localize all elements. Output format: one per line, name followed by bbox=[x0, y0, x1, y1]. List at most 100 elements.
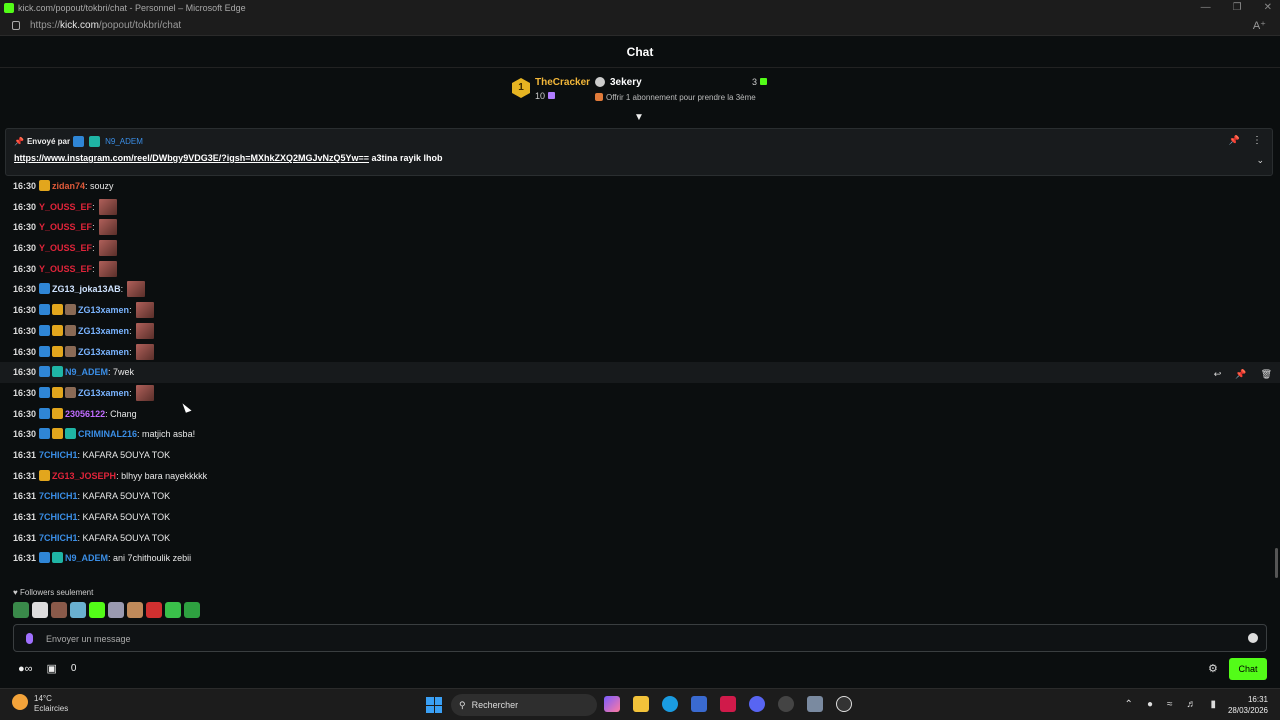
message-username[interactable]: 7CHICH1 bbox=[39, 450, 78, 460]
emote-quick-bar[interactable] bbox=[13, 602, 200, 618]
app-icon[interactable] bbox=[778, 696, 794, 712]
system-tray[interactable]: ⌃ ● ≈ ♬ ▮ bbox=[1125, 699, 1216, 710]
close-icon[interactable]: ✕ bbox=[1264, 0, 1272, 16]
message-username[interactable]: Y_OUSS_EF bbox=[39, 222, 92, 232]
taskbar-clock[interactable]: 16:31 28/03/2026 bbox=[1228, 694, 1268, 716]
message-username[interactable]: Y_OUSS_EF bbox=[39, 243, 92, 253]
file-explorer-icon[interactable] bbox=[633, 696, 649, 712]
start-icon[interactable] bbox=[426, 697, 442, 713]
chat-message[interactable]: 16:30 ZG13xamen: bbox=[0, 342, 1280, 363]
message-username[interactable]: ZG13xamen bbox=[78, 388, 129, 398]
message-username[interactable]: ZG13_JOSEPH bbox=[52, 471, 116, 481]
reply-icon[interactable]: ↩ bbox=[1214, 364, 1222, 385]
chat-message[interactable]: 16:30 ZG13xamen: bbox=[0, 383, 1280, 404]
chat-message[interactable]: 16:30 Y_OUSS_EF: bbox=[0, 217, 1280, 238]
chat-message[interactable]: 16:30 ZG13xamen: bbox=[0, 300, 1280, 321]
leaderboard-first-name[interactable]: TheCracker bbox=[535, 77, 590, 88]
weather-widget[interactable]: 14°C Eclaircies bbox=[12, 694, 68, 714]
more-options-icon[interactable]: ⋮ bbox=[1252, 135, 1262, 146]
message-username[interactable]: Y_OUSS_EF bbox=[39, 264, 92, 274]
address-bar[interactable]: https://kick.com/popout/tokbri/chat A⁺ bbox=[0, 16, 1280, 36]
emote-icon[interactable] bbox=[13, 602, 29, 618]
message-username[interactable]: N9_ADEM bbox=[65, 553, 108, 563]
emote-icon[interactable] bbox=[70, 602, 86, 618]
acrobat-icon[interactable] bbox=[720, 696, 736, 712]
emote-icon[interactable] bbox=[89, 602, 105, 618]
send-chat-button[interactable]: Chat bbox=[1229, 658, 1267, 680]
message-username[interactable]: ZG13_joka13AB bbox=[52, 284, 121, 294]
emote-icon[interactable] bbox=[184, 602, 200, 618]
lock-icon[interactable] bbox=[12, 21, 20, 30]
chat-input-box[interactable] bbox=[13, 624, 1267, 652]
emoji-icon[interactable] bbox=[1248, 633, 1258, 643]
gift-icon[interactable]: ▣ bbox=[47, 662, 57, 675]
message-text: : bbox=[129, 387, 132, 398]
message-username[interactable]: Y_OUSS_EF bbox=[39, 202, 92, 212]
chat-message[interactable]: 16:30 Y_OUSS_EF: bbox=[0, 259, 1280, 280]
message-username[interactable]: ZG13xamen bbox=[78, 326, 129, 336]
gift-icon bbox=[760, 78, 768, 85]
message-username[interactable]: 23056122 bbox=[65, 409, 105, 419]
chat-message[interactable]: 16:30 CRIMINAL216: matjich asba! bbox=[0, 424, 1280, 445]
emote-icon[interactable] bbox=[32, 602, 48, 618]
media-player-icon[interactable] bbox=[836, 696, 852, 712]
url-text[interactable]: https://kick.com/popout/tokbri/chat bbox=[30, 20, 181, 31]
chat-message[interactable]: 16:31 N9_ADEM: ani 7chithoulik zebii bbox=[0, 548, 1280, 569]
chat-message[interactable]: 16:30 zidan74: souzy bbox=[0, 176, 1280, 197]
windows-taskbar: 14°C Eclaircies ⚲ Rechercher ⌃ ● ≈ ♬ ▮ 16:… bbox=[0, 688, 1280, 720]
message-username[interactable]: zidan74 bbox=[52, 181, 85, 191]
chat-message[interactable]: 16:30 ZG13_joka13AB: bbox=[0, 279, 1280, 300]
volume-icon: ♬ bbox=[1186, 699, 1197, 710]
unpin-icon[interactable]: 📌 bbox=[1229, 135, 1240, 146]
message-username[interactable]: CRIMINAL216 bbox=[78, 429, 137, 439]
gift-offer-link[interactable]: Offrir 1 abonnement pour prendre la 3ème bbox=[595, 93, 756, 102]
chat-message[interactable]: 16:31 7CHICH1: KAFARA 5OUYA TOK bbox=[0, 507, 1280, 528]
discord-icon[interactable] bbox=[749, 696, 765, 712]
edge-icon[interactable] bbox=[662, 696, 678, 712]
chat-message[interactable]: 16:31 7CHICH1: KAFARA 5OUYA TOK bbox=[0, 528, 1280, 549]
pinned-link[interactable]: https://www.instagram.com/reel/DWbgy9VDG… bbox=[14, 153, 369, 163]
settings-app-icon[interactable] bbox=[807, 696, 823, 712]
restore-icon[interactable]: ❐ bbox=[1233, 0, 1242, 16]
message-username[interactable]: 7CHICH1 bbox=[39, 533, 78, 543]
read-aloud-icon[interactable]: A⁺ bbox=[1253, 19, 1266, 32]
pinned-user[interactable]: N9_ADEM bbox=[105, 137, 143, 146]
users-infinity-icon[interactable]: ●∞ bbox=[18, 663, 33, 675]
store-icon[interactable] bbox=[691, 696, 707, 712]
microphone-icon[interactable] bbox=[26, 633, 33, 644]
chat-messages[interactable]: 16:30 zidan74: souzy 16:30 Y_OUSS_EF: 16:30 Y… bbox=[0, 176, 1280, 584]
chat-message[interactable]: 16:31 7CHICH1: KAFARA 5OUYA TOK bbox=[0, 486, 1280, 507]
kick-favicon-icon bbox=[4, 3, 14, 13]
delete-icon[interactable]: 🗑 bbox=[1261, 364, 1272, 385]
chat-message[interactable]: 16:30 23056122: Chang bbox=[0, 404, 1280, 425]
copilot-icon[interactable] bbox=[604, 696, 620, 712]
message-text: : ani 7chithoulik zebii bbox=[108, 553, 192, 564]
message-username[interactable]: 7CHICH1 bbox=[39, 491, 78, 501]
chat-message[interactable]: 16:30 Y_OUSS_EF: bbox=[0, 197, 1280, 218]
message-username[interactable]: ZG13xamen bbox=[78, 305, 129, 315]
chat-message[interactable]: 16:30 N9_ADEM: 7wek ↩ 📌 🗑 bbox=[0, 362, 1280, 383]
message-username[interactable]: 7CHICH1 bbox=[39, 512, 78, 522]
gift-count: 0 bbox=[70, 663, 77, 674]
emote-icon[interactable] bbox=[108, 602, 124, 618]
chat-message[interactable]: 16:31 ZG13_JOSEPH: blhyy bara nayekkkkk bbox=[0, 466, 1280, 487]
emote-icon[interactable] bbox=[165, 602, 181, 618]
pin-icon[interactable]: 📌 bbox=[1235, 364, 1246, 385]
chat-message[interactable]: 16:30 Y_OUSS_EF: bbox=[0, 238, 1280, 259]
taskbar-search[interactable]: ⚲ Rechercher bbox=[451, 694, 597, 716]
emote-icon[interactable] bbox=[127, 602, 143, 618]
leaderboard-second-name[interactable]: 3ekery bbox=[610, 77, 642, 88]
chevron-down-icon[interactable]: ⌄ bbox=[1256, 155, 1264, 166]
emote-icon[interactable] bbox=[51, 602, 67, 618]
chat-message[interactable]: 16:31 7CHICH1: KAFARA 5OUYA TOK bbox=[0, 445, 1280, 466]
collapse-leaderboard-icon[interactable]: ▼ bbox=[634, 112, 644, 123]
message-username[interactable]: ZG13xamen bbox=[78, 347, 129, 357]
badge-icon bbox=[39, 552, 51, 564]
chat-message[interactable]: 16:30 ZG13xamen: bbox=[0, 321, 1280, 342]
minimize-icon[interactable]: — bbox=[1201, 0, 1211, 16]
emote-icon[interactable] bbox=[146, 602, 162, 618]
scrollbar[interactable] bbox=[1275, 548, 1278, 578]
message-input[interactable] bbox=[46, 630, 1226, 647]
message-username[interactable]: N9_ADEM bbox=[65, 367, 108, 377]
gear-icon[interactable]: ⚙ bbox=[1208, 662, 1218, 675]
